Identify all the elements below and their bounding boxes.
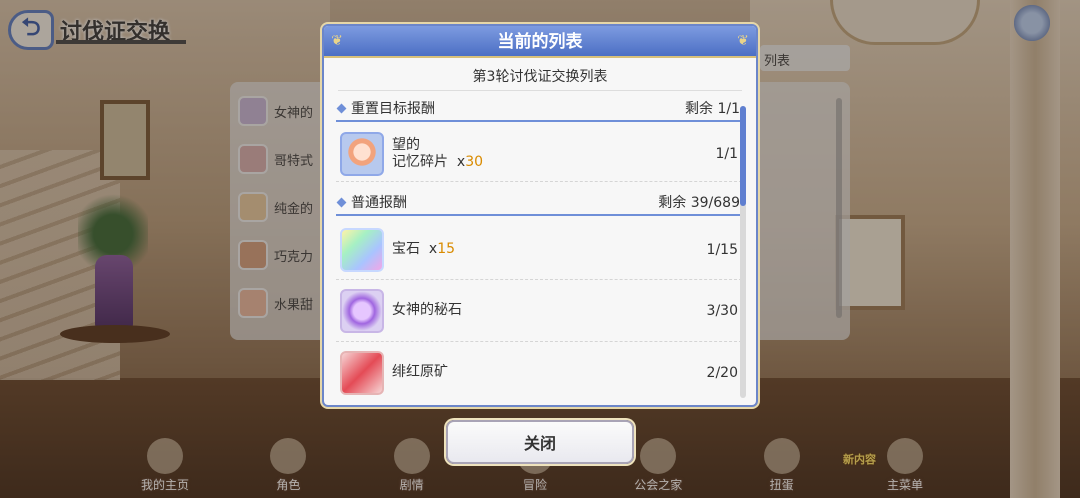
gem-icon [340, 227, 384, 272]
reward-qty-prefix: x [456, 153, 466, 170]
reward-name: 女神的秘石 [392, 302, 462, 318]
section-title: 重置目标报酬 [351, 101, 435, 117]
section-title: 普通报酬 [351, 195, 407, 211]
dialog-title: 当前的列表 [497, 32, 583, 52]
reward-name: 绯红原矿 [392, 364, 448, 380]
reward-name: 宝石 x15 [392, 241, 707, 258]
reward-name-line2: 记忆碎片 [392, 153, 448, 170]
goddess-stone-icon [340, 288, 384, 333]
reward-row: 宝石 x15 1/15 [336, 220, 742, 280]
reward-qty-prefix: x [428, 241, 438, 257]
current-list-dialog: ❦ 当前的列表 ❦ 第3轮讨伐证交换列表 重置目标报酬 剩余 1/1 望的 记忆… [322, 24, 758, 407]
dialog-header: ❦ 当前的列表 ❦ [324, 26, 756, 58]
reward-row: 绯红原矿 2/20 [336, 342, 742, 402]
reward-name-line1: 望的 [392, 136, 420, 153]
reward-row: 女神的秘石 3/30 [336, 280, 742, 342]
divider [338, 90, 742, 91]
diamond-bullet-icon [336, 197, 347, 207]
close-button[interactable]: 关闭 [446, 420, 634, 464]
section-remaining: 剩余 1/1 [685, 101, 740, 117]
ornament-icon: ❦ [737, 33, 749, 49]
reward-qty: 30 [465, 153, 484, 170]
dialog-scrollbar[interactable] [740, 106, 746, 398]
reward-row: 望的 记忆碎片 x30 1/1 [336, 126, 742, 182]
diamond-bullet-icon [336, 103, 347, 113]
section-header-normal-reward: 普通报酬 剩余 39/689 [336, 190, 742, 216]
dialog-subtitle: 第3轮讨伐证交换列表 [472, 69, 608, 85]
scrollbar-thumb[interactable] [740, 106, 746, 206]
memory-fragment-icon [340, 131, 384, 176]
reward-qty: 15 [437, 241, 456, 257]
ornament-icon: ❦ [331, 33, 343, 49]
reward-count: 1/15 [706, 241, 738, 258]
section-remaining: 剩余 39/689 [658, 195, 740, 211]
reward-count: 1/1 [715, 145, 738, 162]
reward-name: 望的 记忆碎片 x30 [392, 137, 715, 171]
reward-name-line1: 宝石 [392, 241, 420, 257]
section-header-reset-reward: 重置目标报酬 剩余 1/1 [336, 96, 742, 122]
reward-count: 2/20 [706, 364, 738, 381]
reward-count: 3/30 [706, 302, 738, 319]
reward-list[interactable]: 重置目标报酬 剩余 1/1 望的 记忆碎片 x30 1/1 普通报酬 剩余 39… [336, 96, 742, 402]
crimson-ore-icon [340, 350, 384, 395]
